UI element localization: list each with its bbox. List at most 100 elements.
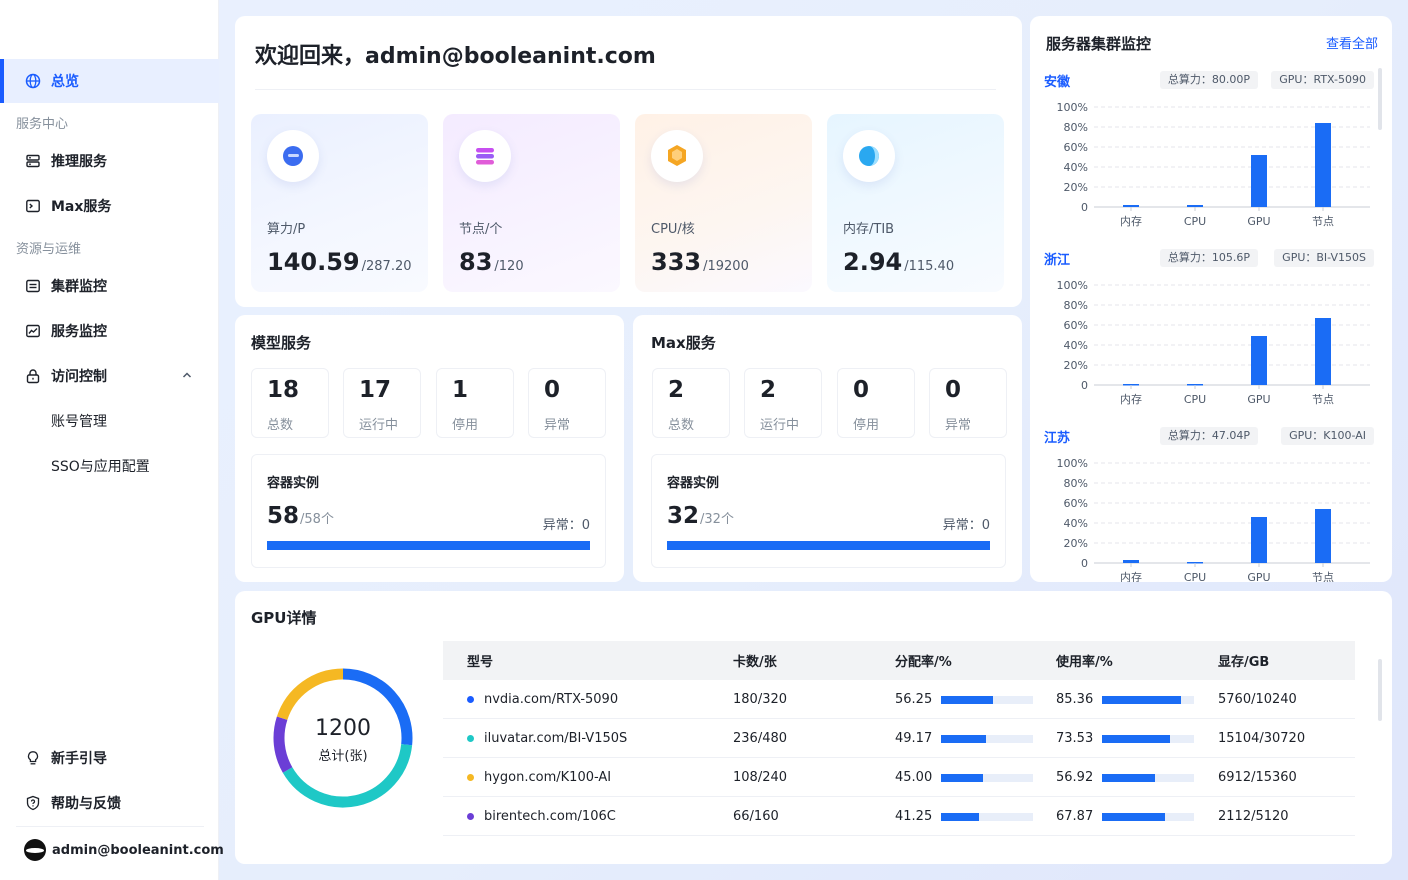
sidebar-item-access-control[interactable]: 访问控制 <box>0 354 219 398</box>
region-jiangsu: 江苏 总算力：47.04P GPU：K100-AI 0 20% 40% 60% 80% 1… <box>1044 427 1374 582</box>
stat-value: 83/120 <box>459 248 524 276</box>
cluster-monitor-card: 服务器集群监控 查看全部 安徽 总算力：80.00P GPU：RTX-5090 … <box>1030 16 1392 582</box>
y-tick-label: 60% <box>1064 141 1088 154</box>
donut-total: 1200 <box>315 716 371 741</box>
globe-icon <box>25 73 41 89</box>
sidebar-item-cluster-monitor[interactable]: 集群监控 <box>0 264 219 308</box>
sidebar-item-guide[interactable]: 新手引导 <box>0 736 219 780</box>
scrollbar[interactable] <box>1378 659 1382 721</box>
sidebar-item-label: 账号管理 <box>51 414 107 430</box>
stat-mini: 2 总数 <box>652 368 730 438</box>
cell-model: nvdia.com/RTX-5090 <box>467 680 618 719</box>
cpu-icon <box>651 130 703 182</box>
gpu-tag: GPU：BI-V150S <box>1274 249 1374 267</box>
gpu-tag: GPU：RTX-5090 <box>1271 71 1374 89</box>
model-name: birentech.com/106C <box>484 809 616 824</box>
usage-bar <box>1102 695 1195 704</box>
stat-mini: 0 异常 <box>929 368 1007 438</box>
alloc-fill <box>941 734 987 743</box>
chevron-up-icon[interactable] <box>181 369 193 385</box>
card-title: GPU详情 <box>251 609 317 627</box>
view-all-link[interactable]: 查看全部 <box>1326 33 1378 52</box>
sidebar-item-label: 访问控制 <box>51 369 107 385</box>
usage-bar <box>1102 773 1195 782</box>
terminal-icon <box>25 198 41 214</box>
sidebar-item-service-monitor[interactable]: 服务监控 <box>0 309 219 353</box>
progress-fill <box>267 541 590 550</box>
cluster-bar-chart: 0 20% 40% 60% 80% 100% 内存 CPU GPU 节点 <box>1057 457 1370 582</box>
sidebar-item-max[interactable]: Max服务 <box>0 184 219 228</box>
y-tick-label: 80% <box>1064 477 1088 490</box>
alloc-fill <box>941 773 983 782</box>
x-tick-label: CPU <box>1184 571 1206 582</box>
nav-group-resources: 资源与运维 <box>16 242 82 257</box>
stat-compute: 算力/P 140.59/287.20 <box>251 114 428 292</box>
stat-mini: 18 总数 <box>251 368 329 438</box>
usage-value: 56.92 <box>1056 770 1094 785</box>
gpu-donut-chart: 1200 总计(张) <box>267 662 419 814</box>
table-row[interactable]: nvdia.com/RTX-5090 180/320 56.25 85.36 5760/… <box>443 680 1355 719</box>
usage-fill <box>1102 734 1170 743</box>
y-tick-label: 100% <box>1057 279 1088 292</box>
col-model: 型号 <box>467 655 494 670</box>
stat-label: 算力/P <box>267 222 306 237</box>
sidebar-item-label: 帮助与反馈 <box>51 796 121 812</box>
usage-value: 73.53 <box>1056 731 1094 746</box>
user-profile[interactable]: admin@booleanint.com <box>24 839 224 861</box>
y-tick-label: 0 <box>1081 557 1088 570</box>
container-instances: 容器实例 32/32个 异常：0 <box>651 454 1006 568</box>
y-tick-label: 60% <box>1064 497 1088 510</box>
usage-bar <box>1102 812 1195 821</box>
y-tick-label: 80% <box>1064 121 1088 134</box>
sidebar-item-label: 集群监控 <box>51 279 107 295</box>
region-anhui: 安徽 总算力：80.00P GPU：RTX-5090 0 20% 40% 60% 80%… <box>1044 71 1374 241</box>
card-title: 模型服务 <box>251 334 312 352</box>
y-tick-label: 0 <box>1081 201 1088 214</box>
progress-bar <box>667 541 990 550</box>
alloc-value: 56.25 <box>895 692 933 707</box>
sidebar-item-label: 推理服务 <box>51 154 107 170</box>
usage-fill <box>1102 812 1165 821</box>
card-title: 服务器集群监控 <box>1046 35 1152 53</box>
x-tick-label: GPU <box>1247 571 1270 582</box>
table-row[interactable]: birentech.com/106C 66/160 41.25 67.87 2112/5… <box>443 797 1355 836</box>
series-dot <box>467 735 474 742</box>
table-row[interactable]: hygon.com/K100-AI 108/240 45.00 56.92 6912/1… <box>443 758 1355 797</box>
region-name: 浙江 <box>1044 253 1071 268</box>
col-mem: 显存/GB <box>1218 655 1270 670</box>
container-title: 容器实例 <box>267 476 320 491</box>
card-title: Max服务 <box>651 334 716 352</box>
divider <box>255 89 996 90</box>
scrollbar[interactable] <box>1378 68 1382 130</box>
cell-cards: 66/160 <box>733 809 779 824</box>
sidebar-item-overview[interactable]: 总览 <box>0 59 219 103</box>
cell-alloc: 49.17 <box>895 719 1034 758</box>
memory-icon <box>843 130 895 182</box>
y-tick-label: 100% <box>1057 457 1088 470</box>
region-zhejiang: 浙江 总算力：105.6P GPU：BI-V150S 0 20% 40% 60% 80%… <box>1044 249 1374 419</box>
bar <box>1123 560 1139 563</box>
sidebar-item-inference[interactable]: 推理服务 <box>0 139 219 183</box>
progress-bar <box>267 541 590 550</box>
stat-value: 140.59/287.20 <box>267 248 412 276</box>
stat-value: 2.94/115.40 <box>843 248 955 276</box>
bulb-icon <box>25 750 41 766</box>
cell-cards: 236/480 <box>733 731 788 746</box>
y-tick-label: 40% <box>1064 339 1088 352</box>
table-row[interactable]: iluvatar.com/BI-V150S 236/480 49.17 73.53 15… <box>443 719 1355 758</box>
sidebar-item-account[interactable]: 账号管理 <box>0 399 219 443</box>
region-name: 安徽 <box>1044 75 1071 90</box>
alloc-bar <box>941 773 1034 782</box>
y-tick-label: 20% <box>1064 181 1088 194</box>
welcome-card: 欢迎回来，admin@booleanint.com 算力/P 140.59/28… <box>235 16 1022 307</box>
sidebar-item-sso[interactable]: SSO与应用配置 <box>0 444 219 488</box>
table-body: nvdia.com/RTX-5090 180/320 56.25 85.36 5760/… <box>443 680 1355 836</box>
cell-mem: 5760/10240 <box>1218 692 1297 707</box>
avatar <box>24 839 46 861</box>
container-value: 58/58个 <box>267 503 334 529</box>
series-dot <box>467 813 474 820</box>
usage-fill <box>1102 773 1155 782</box>
cell-usage: 67.87 <box>1056 797 1195 836</box>
sidebar-item-help[interactable]: 帮助与反馈 <box>0 781 219 825</box>
sidebar-item-label: 新手引导 <box>51 751 107 767</box>
